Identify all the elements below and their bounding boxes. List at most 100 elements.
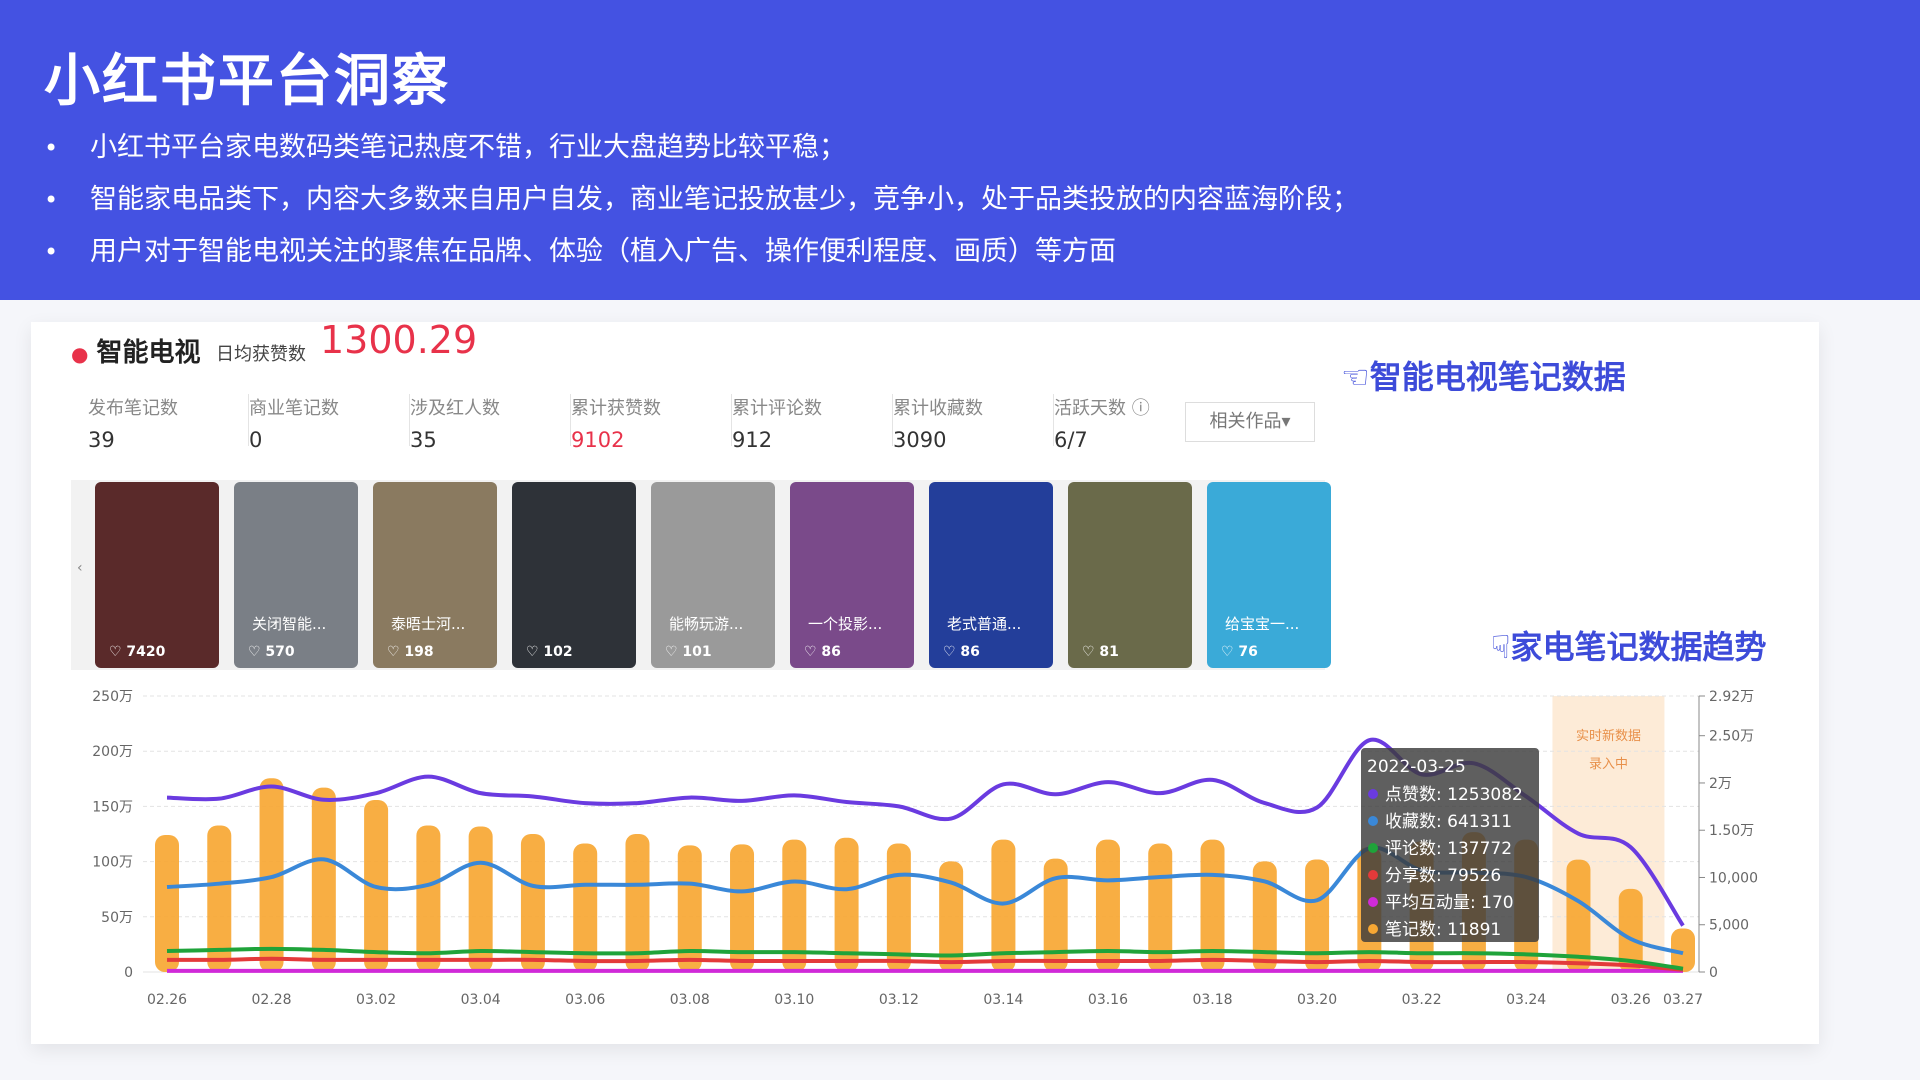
note-thumbnail[interactable]: 关闭智能... ♡ 570 [234, 482, 358, 668]
right-tick-label: 2万 [1709, 776, 1732, 792]
insight-list: 小红书平台家电数码类笔记热度不错，行业大盘趋势比较平稳； 智能家电品类下，内容大… [44, 122, 1359, 278]
note-count-bar [311, 787, 336, 972]
thumbnail-likes: ♡ 76 [1221, 644, 1258, 660]
x-tick-label: 03.10 [774, 992, 814, 1008]
stat-published-notes: 发布笔记数 39 [88, 394, 249, 452]
stat-value: 0 [249, 428, 263, 452]
y-tick-label: 0 [124, 965, 133, 981]
category-name: 智能电视 [96, 338, 201, 368]
tooltip-legend-dot [1368, 789, 1378, 799]
stat-commercial-notes: 商业笔记数 0 [249, 394, 410, 452]
x-tick-label: 03.06 [565, 992, 605, 1008]
stat-influencers: 涉及红人数 35 [410, 394, 571, 452]
trend-chart: 实时新数据 录入中 250万 200万 150万 100万 50万 0 2.92万 2.50万 2万… [71, 672, 1771, 1042]
thumbnail-caption: 泰晤士河... [391, 615, 466, 633]
realtime-note: 实时新数据 [1576, 728, 1641, 744]
note-thumbnail[interactable]: 老式普通... ♡ 86 [929, 482, 1053, 668]
thumbnail-likes: ♡ 198 [387, 644, 434, 660]
thumbnail-caption: 老式普通... [947, 615, 1022, 633]
stat-label: 涉及红人数 [410, 398, 500, 419]
y-tick-label: 50万 [101, 910, 133, 926]
stat-total-comments: 累计评论数 912 [732, 394, 893, 452]
tooltip-legend-dot [1368, 843, 1378, 853]
category-title: ● 智能电视 [71, 332, 200, 369]
x-tick-label: 03.12 [879, 992, 919, 1008]
tooltip-legend-dot [1368, 897, 1378, 907]
thumbnail-likes: ♡ 102 [526, 644, 573, 660]
note-thumbnail[interactable]: 给宝宝一... ♡ 76 [1207, 482, 1331, 668]
thumbnail-likes: ♡ 86 [943, 644, 980, 660]
series-line [166, 956, 1684, 972]
x-tick-label: 03.08 [670, 992, 710, 1008]
right-tick-label: 1.50万 [1709, 823, 1754, 839]
stat-label: 累计获赞数 [571, 398, 661, 419]
header-banner: 小红书平台洞察 小红书平台家电数码类笔记热度不错，行业大盘趋势比较平稳； 智能家… [0, 0, 1920, 300]
page-title: 小红书平台洞察 [44, 49, 450, 114]
note-thumbnail[interactable]: ♡ 7420 [95, 482, 219, 668]
right-tick-label: 0 [1709, 965, 1718, 981]
y-tick-label: 250万 [92, 689, 133, 705]
stat-total-likes: 累计获赞数 9102 [571, 394, 732, 452]
tooltip-row: 分享数: 79526 [1385, 866, 1501, 886]
stat-value: 35 [410, 428, 437, 452]
tooltip-row: 评论数: 137772 [1385, 839, 1512, 859]
right-tick-label: 2.92万 [1709, 689, 1754, 705]
x-tick-label: 03.26 [1611, 992, 1651, 1008]
thumbnail-carousel: ‹ › ♡ 7420关闭智能...♡ 570泰晤士河...♡ 198♡ 102能… [71, 480, 1331, 670]
thumbnail-caption: 能畅玩游... [669, 615, 744, 633]
stat-label: 商业笔记数 [249, 398, 339, 419]
tooltip-row: 笔记数: 11891 [1385, 920, 1501, 940]
insight-item: 智能家电品类下，内容大多数来自用户自发，商业笔记投放甚少，竞争小，处于品类投放的… [44, 174, 1359, 226]
note-thumbnail[interactable]: ♡ 81 [1068, 482, 1192, 668]
x-tick-label: 03.27 [1663, 992, 1703, 1008]
stat-value: 3090 [893, 428, 947, 452]
related-works-dropdown[interactable]: 相关作品▾ [1185, 402, 1315, 442]
right-tick-label: 10,000 [1709, 870, 1758, 886]
stat-value: 912 [732, 428, 773, 452]
thumbnail-caption: 一个投影... [808, 615, 883, 633]
thumbnail-caption: 给宝宝一... [1225, 615, 1300, 633]
thumbnail-likes: ♡ 101 [665, 644, 712, 660]
thumbnail-likes: ♡ 570 [248, 644, 295, 660]
category-dot-icon: ● [71, 342, 89, 366]
x-tick-label: 02.28 [252, 992, 292, 1008]
insight-item: 小红书平台家电数码类笔记热度不错，行业大盘趋势比较平稳； [44, 122, 1359, 174]
x-tick-label: 03.14 [983, 992, 1023, 1008]
x-tick-label: 03.04 [461, 992, 501, 1008]
tooltip-date: 2022-03-25 [1367, 757, 1466, 777]
thumbnail-caption: 关闭智能... [252, 615, 327, 633]
tooltip-row: 平均互动量: 170 [1385, 893, 1514, 913]
x-tick-label: 03.02 [356, 992, 396, 1008]
daily-likes-value: 1300.29 [320, 318, 478, 362]
x-tick-label: 03.16 [1088, 992, 1128, 1008]
note-thumbnail[interactable]: 泰晤士河... ♡ 198 [373, 482, 497, 668]
x-tick-label: 03.18 [1192, 992, 1232, 1008]
tooltip-legend-dot [1368, 816, 1378, 826]
thumbnail-likes: ♡ 7420 [109, 644, 166, 660]
right-tick-label: 2.50万 [1709, 729, 1754, 745]
note-thumbnail[interactable]: 能畅玩游... ♡ 101 [651, 482, 775, 668]
trend-chart-svg: 实时新数据录入中 250万 200万 150万 100万 50万 0 2.92万 2.50万 2万… [92, 689, 1758, 1008]
tooltip-row: 收藏数: 641311 [1385, 812, 1512, 832]
insight-item: 用户对于智能电视关注的聚焦在品牌、体验（植入广告、操作便利程度、画质）等方面 [44, 226, 1359, 278]
note-data-heading: ☜智能电视笔记数据 [1341, 358, 1626, 396]
y-tick-label: 100万 [92, 855, 133, 871]
tooltip-row: 点赞数: 1253082 [1385, 785, 1523, 805]
stat-label: 发布笔记数 [88, 398, 178, 419]
thumbnail-likes: ♡ 81 [1082, 644, 1119, 660]
x-tick-label: 03.24 [1506, 992, 1546, 1008]
carousel-prev-icon[interactable]: ‹ [77, 560, 83, 576]
note-thumbnail[interactable]: ♡ 102 [512, 482, 636, 668]
realtime-note: 录入中 [1589, 757, 1628, 772]
y-tick-label: 200万 [92, 744, 133, 760]
trend-heading: ☟家电笔记数据趋势 [1491, 628, 1767, 666]
data-panel: ● 智能电视 日均获赞数 1300.29 ☜智能电视笔记数据 ☟家电笔记数据趋势 … [31, 318, 1819, 1044]
stats-row: 发布笔记数 39 商业笔记数 0 涉及红人数 35 累计获赞数 9102 累计评论数 91… [88, 394, 1215, 452]
tooltip-legend-dot [1368, 870, 1378, 880]
note-thumbnail[interactable]: 一个投影... ♡ 86 [790, 482, 914, 668]
x-tick-label: 02.26 [147, 992, 187, 1008]
stat-total-favorites: 累计收藏数 3090 [893, 394, 1054, 452]
tooltip-legend-dot [1368, 924, 1378, 934]
note-count-bar [416, 825, 441, 972]
daily-likes-label: 日均获赞数 [216, 344, 306, 365]
